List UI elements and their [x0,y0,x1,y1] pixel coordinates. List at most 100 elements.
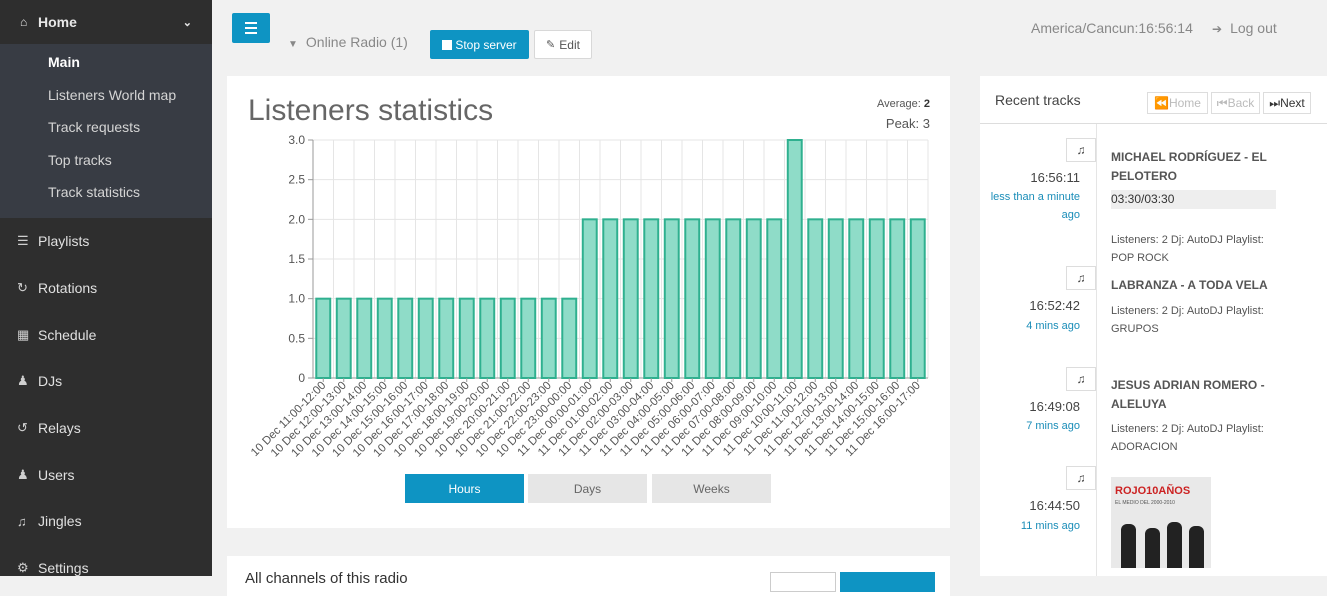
sidebar-item-label: Users [38,466,75,483]
step-forward-icon: ⏭ [1269,95,1281,110]
track-time: 16:52:42 [1029,298,1080,313]
bar [602,218,619,379]
sidebar-item-label: Rotations [38,280,98,297]
tab-weeks[interactable]: Weeks [652,474,771,503]
gears-icon: ⚙ [17,560,29,576]
bar [827,218,844,379]
bar [725,218,742,379]
submenu-track-requests[interactable]: Track requests [0,111,212,144]
logout-label: Log out [1230,20,1277,36]
submenu-main[interactable]: Main [0,46,212,79]
stop-icon [442,39,453,50]
bar [499,297,516,380]
bar [356,297,373,380]
bar [561,297,578,380]
sidebar-item-jingles[interactable]: ♫ Jingles [0,498,212,545]
track-time: 16:49:08 [1029,399,1080,414]
step-backward-icon: ⏮ [1216,95,1228,110]
sidebar-home[interactable]: ⌂ Home ⌄ [0,0,212,44]
listeners-bar-chart: 00.51.01.52.02.53.010 Dec 11:00-12:0010 … [249,133,929,460]
channels-secondary-button[interactable] [770,572,836,592]
edit-button[interactable]: ✎ Edit [534,30,592,59]
track-time: 16:56:11 [1030,170,1080,185]
album-cover-subtitle: EL MEDIO DEL 2000-2010 [1115,500,1175,506]
repeat-icon: ↺ [17,420,28,436]
top-bar: ▼ Online Radio (1) Stop server ✎ Edit Amer… [212,0,1327,74]
stop-server-button[interactable]: Stop server [430,30,529,59]
recent-home-label: Home [1168,96,1201,110]
sidebar-item-label: Playlists [38,233,90,250]
bar [315,297,332,380]
bar [520,297,537,380]
menu-toggle-button[interactable] [232,13,270,43]
bar [581,218,598,379]
bar [868,218,885,379]
bar [663,218,680,379]
track-ago: less than a minute ago [990,191,1080,221]
sign-out-icon: ➔ [1212,22,1223,36]
hamburger-line [245,32,257,34]
bell-icon: ♫ [17,513,27,529]
submenu-top-tracks[interactable]: Top tracks [0,144,212,177]
tab-days[interactable]: Days [528,474,647,503]
bar [622,218,639,379]
music-note-icon: ♫ [1066,466,1096,490]
cover-figure [1121,524,1136,568]
home-submenu: Main Listeners World map Track requests … [0,44,212,218]
recent-back-button[interactable]: ⏮ Back [1211,92,1260,114]
bar [479,297,496,380]
recent-next-button[interactable]: ⏭ Next [1263,92,1311,114]
track-title: JESUS ADRIAN ROMERO - ALELUYA [1111,378,1265,411]
bar [643,218,660,379]
sidebar-item-schedule[interactable]: ▦ Schedule [0,311,212,358]
tab-hours[interactable]: Hours [405,474,524,503]
bar [335,297,352,380]
recent-home-button[interactable]: ⏪ Home [1147,92,1208,114]
bar [909,218,926,379]
track-ago: 4 mins ago [1026,320,1080,332]
track-progress: 03:30/03:30 [1111,190,1276,209]
channels-panel-title: All channels of this radio [245,570,408,587]
caret-down-icon: ▼ [288,39,298,50]
music-note-icon: ♫ [1066,138,1096,162]
track-title: LABRANZA - A TODA VELA [1111,278,1268,292]
submenu-listeners-world-map[interactable]: Listeners World map [0,79,212,112]
bar [704,218,721,379]
bar [766,218,783,379]
bar [438,297,455,380]
bar [786,139,803,379]
album-cover: ROJO10AÑOS EL MEDIO DEL 2000-2010 [1111,477,1211,568]
y-tick-label: 2.5 [288,173,305,187]
sidebar-item-users[interactable]: ♟ Users [0,451,212,498]
sidebar-item-rotations[interactable]: ↻ Rotations [0,265,212,312]
sidebar-item-playlists[interactable]: ☰ Playlists [0,218,212,265]
y-tick-label: 2.0 [288,212,305,226]
album-cover-title: ROJO10AÑOS [1115,485,1191,497]
y-tick-label: 1.0 [288,292,305,306]
channels-panel: All channels of this radio [227,556,950,596]
edit-icon: ✎ [546,39,556,51]
recent-back-label: Back [1227,96,1255,110]
sidebar-item-djs[interactable]: ♟ DJs [0,358,212,405]
list-icon: ☰ [17,233,29,249]
submenu-track-statistics[interactable]: Track statistics [0,176,212,209]
cover-figure [1145,528,1160,568]
logout-link[interactable]: ➔ Log out [1212,20,1277,36]
radio-selector[interactable]: ▼ Online Radio (1) [288,34,408,50]
recent-tracks-title: Recent tracks [995,92,1081,108]
bar [540,297,557,380]
track-meta: Listeners: 2 Dj: AutoDJ Playlist: GRUPOS [1111,305,1264,335]
channels-primary-button[interactable] [840,572,935,592]
recent-next-label: Next [1280,96,1305,110]
cover-figure [1167,522,1182,568]
radio-selector-label: Online Radio (1) [305,34,408,50]
sidebar-item-label: Jingles [38,513,82,530]
home-icon: ⌂ [20,15,28,29]
users-icon: ♟ [17,466,29,482]
bar [745,218,762,379]
fast-backward-icon: ⏪ [1154,96,1169,110]
sidebar-item-settings[interactable]: ⚙ Settings [0,545,212,592]
sidebar-item-relays[interactable]: ↺ Relays [0,405,212,452]
bar [397,297,414,380]
timeline-line [1096,124,1097,576]
